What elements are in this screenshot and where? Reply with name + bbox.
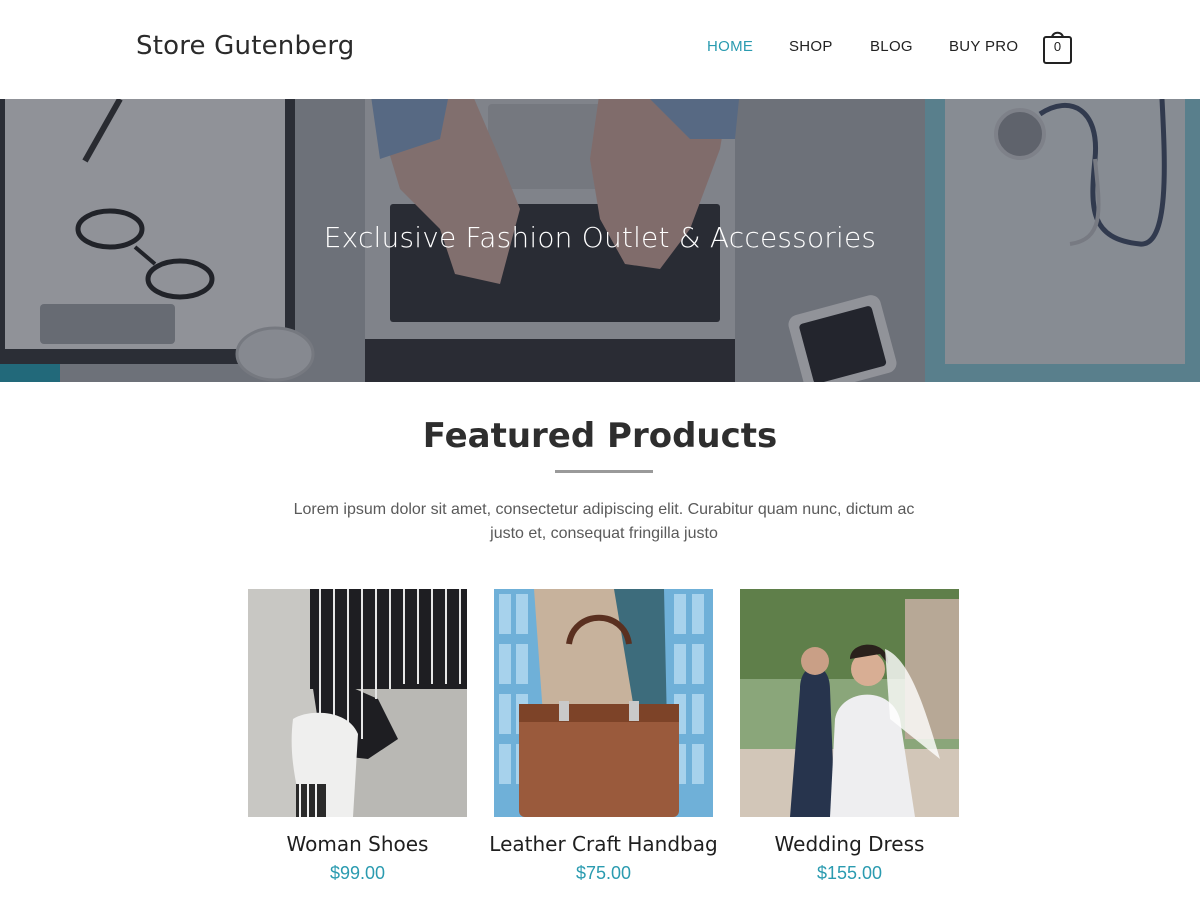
product-card[interactable]: Wedding Dress $155.00: [740, 589, 959, 883]
featured-title: Featured Products: [422, 416, 778, 456]
product-price: $99.00: [329, 863, 386, 883]
product-card[interactable]: Leather Craft Handbag $75.00: [489, 589, 718, 883]
product-image-leather-craft-handbag[interactable]: [494, 589, 713, 817]
product-price: $75.00: [575, 863, 632, 883]
nav-item-blog[interactable]: BLOG: [870, 38, 913, 55]
nav-item-home[interactable]: HOME: [707, 38, 753, 55]
product-price: $155.00: [816, 863, 883, 883]
product-image-wedding-dress[interactable]: [740, 589, 959, 817]
hero-title: Exclusive Fashion Outlet & Accessories: [323, 221, 877, 254]
featured-description: Lorem ipsum dolor sit amet, consectetur …: [293, 501, 915, 542]
hero-banner: Exclusive Fashion Outlet & Accessories: [0, 99, 1200, 382]
main-nav: HOME SHOP BLOG BUY PRO: [0, 38, 1200, 58]
product-card[interactable]: Woman Shoes $99.00: [248, 589, 467, 883]
product-name[interactable]: Wedding Dress: [700, 832, 999, 856]
cart-button[interactable]: 0: [1043, 28, 1072, 64]
site-header: Store Gutenberg HOME SHOP BLOG BUY PRO 0: [0, 0, 1200, 99]
nav-item-shop[interactable]: SHOP: [789, 38, 833, 55]
cart-count: 0: [1053, 39, 1062, 54]
featured-divider: [555, 470, 653, 473]
product-image-woman-shoes[interactable]: [248, 589, 467, 817]
nav-item-buy-pro[interactable]: BUY PRO: [949, 38, 1018, 55]
